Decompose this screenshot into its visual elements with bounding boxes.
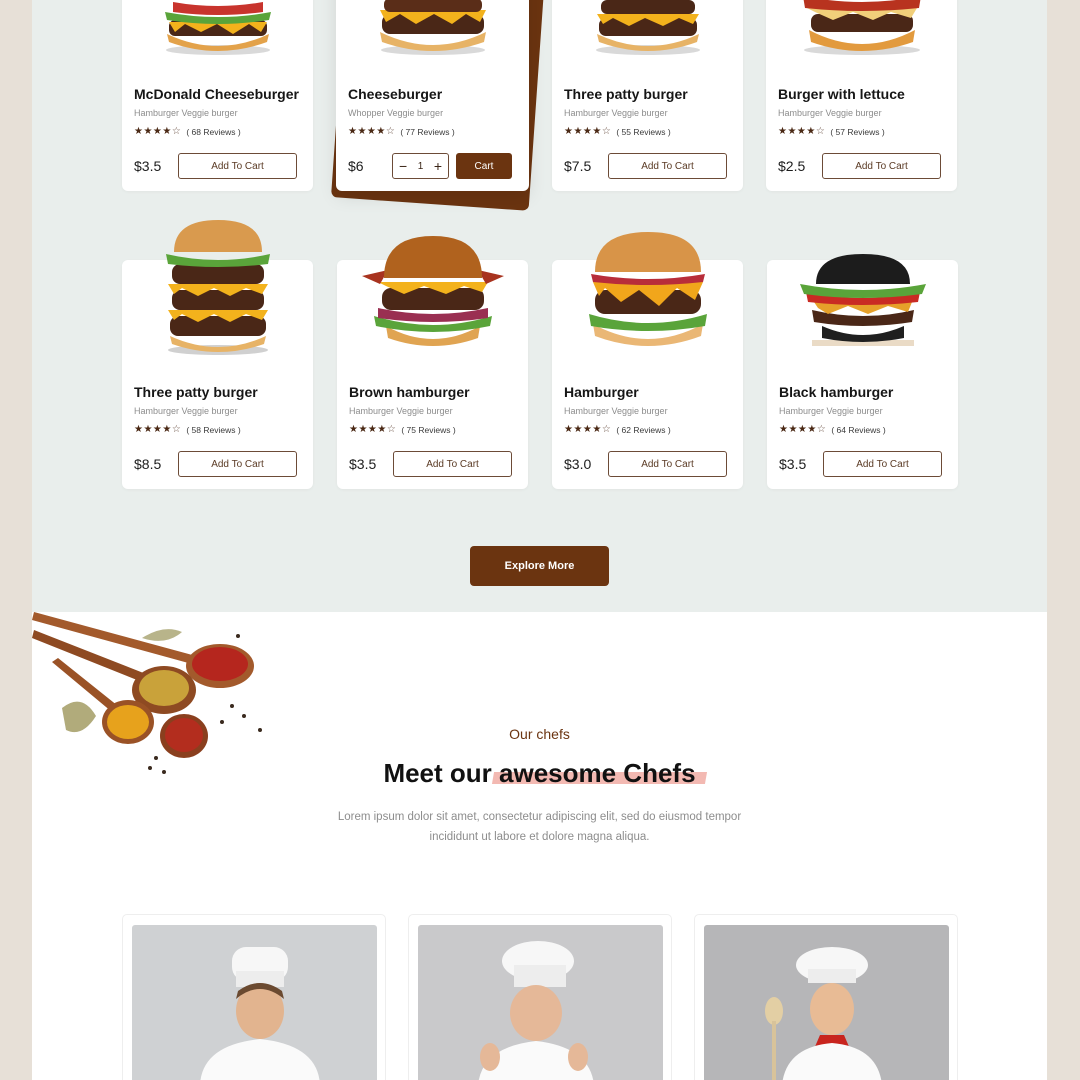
chefs-section: Our chefs Meet our awesome Chefs Lorem i…: [32, 612, 1047, 1080]
add-to-cart-button[interactable]: Add To Cart: [178, 153, 297, 179]
product-price: $3.0: [564, 456, 592, 472]
title-plain: Meet our: [383, 758, 500, 788]
chef-photo: [132, 925, 377, 1080]
rating-stars-icon: ★★★★☆: [564, 126, 612, 137]
add-to-cart-button[interactable]: Add To Cart: [608, 153, 727, 179]
rating-stars-icon: ★★★★☆: [134, 126, 182, 137]
product-name: Brown hamburger: [349, 384, 470, 400]
product-card[interactable]: Hamburger Hamburger Veggie burger ★★★★☆ …: [552, 232, 743, 489]
rating-stars-icon: ★★★★☆: [348, 126, 396, 137]
review-count: ( 64 Reviews ): [831, 424, 886, 435]
rating-stars-icon: ★★★★☆: [564, 424, 612, 435]
product-subtitle: Hamburger Veggie burger: [564, 406, 668, 416]
product-price: $3.5: [349, 456, 377, 472]
burger-image: [767, 252, 958, 352]
product-name: McDonald Cheeseburger: [134, 86, 299, 102]
rating-stars-icon: ★★★★☆: [349, 424, 397, 435]
burger-image: [122, 218, 313, 356]
minus-icon[interactable]: −: [399, 159, 407, 173]
section-title: Meet our awesome Chefs: [32, 758, 1047, 789]
explore-more-button[interactable]: Explore More: [470, 546, 609, 586]
product-subtitle: Whopper Veggie burger: [348, 108, 444, 118]
quantity-value: 1: [417, 160, 424, 172]
product-price: $2.5: [778, 158, 806, 174]
review-count: ( 57 Reviews ): [830, 126, 885, 137]
product-rating: ★★★★☆ ( 58 Reviews ): [134, 424, 241, 435]
product-rating: ★★★★☆ ( 55 Reviews ): [564, 126, 671, 137]
product-subtitle: Hamburger Veggie burger: [778, 108, 882, 118]
product-subtitle: Hamburger Veggie burger: [134, 108, 238, 118]
product-subtitle: Hamburger Veggie burger: [349, 406, 453, 416]
product-name: Cheeseburger: [348, 86, 443, 102]
chef-card[interactable]: [408, 914, 672, 1080]
review-count: ( 62 Reviews ): [616, 424, 671, 435]
product-card[interactable]: McDonald Cheeseburger Hamburger Veggie b…: [122, 0, 313, 191]
review-count: ( 77 Reviews ): [400, 126, 455, 137]
product-card[interactable]: Burger with lettuce Hamburger Veggie bur…: [766, 0, 957, 191]
add-to-cart-button[interactable]: Add To Cart: [393, 451, 512, 477]
product-subtitle: Hamburger Veggie burger: [779, 406, 883, 416]
product-price: $6: [348, 158, 364, 174]
section-eyebrow: Our chefs: [509, 726, 570, 742]
burger-image: [337, 230, 528, 354]
chef-photo: [704, 925, 949, 1080]
review-count: ( 58 Reviews ): [186, 424, 241, 435]
product-price: $3.5: [134, 158, 162, 174]
product-name: Black hamburger: [779, 384, 894, 400]
plus-icon[interactable]: +: [434, 159, 442, 173]
product-subtitle: Hamburger Veggie burger: [564, 108, 668, 118]
burger-image: [766, 0, 957, 57]
product-price: $7.5: [564, 158, 592, 174]
product-rating: ★★★★☆ ( 77 Reviews ): [348, 126, 455, 137]
product-name: Three patty burger: [564, 86, 688, 102]
products-section: McDonald Cheeseburger Hamburger Veggie b…: [32, 0, 1047, 612]
add-to-cart-button[interactable]: Add To Cart: [178, 451, 297, 477]
review-count: ( 55 Reviews ): [616, 126, 671, 137]
product-rating: ★★★★☆ ( 68 Reviews ): [134, 126, 241, 137]
product-card[interactable]: Brown hamburger Hamburger Veggie burger …: [337, 236, 528, 489]
add-to-cart-button[interactable]: Add To Cart: [608, 451, 727, 477]
burger-image: [122, 0, 313, 57]
rating-stars-icon: ★★★★☆: [134, 424, 182, 435]
product-rating: ★★★★☆ ( 64 Reviews ): [779, 424, 886, 435]
product-card-active[interactable]: Cheeseburger Whopper Veggie burger ★★★★☆…: [336, 0, 529, 191]
cart-button[interactable]: Cart: [456, 153, 512, 179]
product-rating: ★★★★☆ ( 57 Reviews ): [778, 126, 885, 137]
section-description: Lorem ipsum dolor sit amet, consectetur …: [337, 811, 742, 843]
product-card[interactable]: Black hamburger Hamburger Veggie burger …: [767, 254, 958, 489]
title-accent: awesome Chefs: [499, 758, 696, 788]
page: McDonald Cheeseburger Hamburger Veggie b…: [32, 0, 1047, 1080]
product-card[interactable]: Three patty burger Hamburger Veggie burg…: [552, 0, 743, 191]
chef-photo: [418, 925, 663, 1080]
product-subtitle: Hamburger Veggie burger: [134, 406, 238, 416]
burger-image: [336, 0, 529, 57]
chef-card[interactable]: [694, 914, 958, 1080]
product-name: Hamburger: [564, 384, 639, 400]
quantity-stepper[interactable]: − 1 +: [392, 153, 449, 179]
burger-image: [552, 230, 743, 354]
product-rating: ★★★★☆ ( 75 Reviews ): [349, 424, 456, 435]
product-price: $8.5: [134, 456, 162, 472]
review-count: ( 68 Reviews ): [186, 126, 241, 137]
rating-stars-icon: ★★★★☆: [779, 424, 827, 435]
product-rating: ★★★★☆ ( 62 Reviews ): [564, 424, 671, 435]
product-card[interactable]: Three patty burger Hamburger Veggie burg…: [122, 220, 313, 489]
product-name: Three patty burger: [134, 384, 258, 400]
add-to-cart-button[interactable]: Add To Cart: [823, 451, 942, 477]
add-to-cart-button[interactable]: Add To Cart: [822, 153, 941, 179]
product-name: Burger with lettuce: [778, 86, 905, 102]
rating-stars-icon: ★★★★☆: [778, 126, 826, 137]
chef-card[interactable]: [122, 914, 386, 1080]
product-price: $3.5: [779, 456, 807, 472]
burger-image: [552, 0, 743, 57]
review-count: ( 75 Reviews ): [401, 424, 456, 435]
